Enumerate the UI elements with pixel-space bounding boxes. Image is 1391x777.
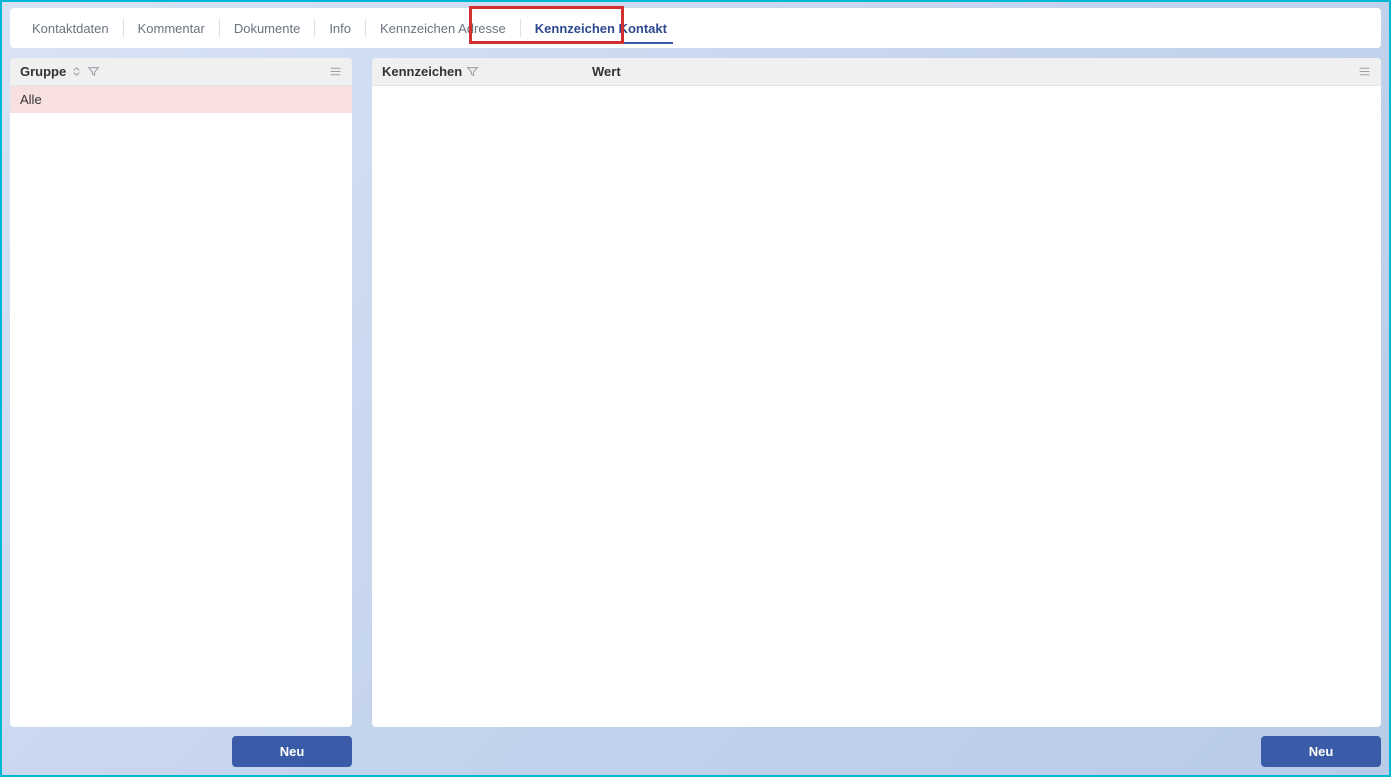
left-header-label: Gruppe xyxy=(20,64,66,79)
left-panel-header: Gruppe xyxy=(10,58,352,86)
tab-label: Kennzeichen Adresse xyxy=(380,21,506,36)
tab-label: Kontaktdaten xyxy=(32,21,109,36)
new-button-right[interactable]: Neu xyxy=(1261,736,1381,767)
tabs-bar: Kontaktdaten Kommentar Dokumente Info Ke… xyxy=(10,8,1381,48)
left-panel-body: Alle xyxy=(10,86,352,727)
group-row-label: Alle xyxy=(20,92,42,107)
tab-kennzeichen-kontakt[interactable]: Kennzeichen Kontakt xyxy=(521,11,681,46)
tab-label: Kommentar xyxy=(138,21,205,36)
tab-label: Info xyxy=(329,21,351,36)
tab-label: Kennzeichen Kontakt xyxy=(535,21,667,36)
content-area: Gruppe Alle Kennzeichen xyxy=(2,48,1389,727)
tab-kommentar[interactable]: Kommentar xyxy=(124,11,219,46)
menu-icon[interactable] xyxy=(329,65,342,78)
tab-kontaktdaten[interactable]: Kontaktdaten xyxy=(18,11,123,46)
left-panel: Gruppe Alle xyxy=(10,58,352,727)
menu-icon[interactable] xyxy=(1358,65,1371,78)
tab-dokumente[interactable]: Dokumente xyxy=(220,11,314,46)
bottom-bar: Neu Neu xyxy=(2,727,1389,775)
right-panel-body xyxy=(372,86,1381,727)
tab-info[interactable]: Info xyxy=(315,11,365,46)
group-row-alle[interactable]: Alle xyxy=(10,86,352,113)
filter-icon[interactable] xyxy=(466,65,479,78)
right-panel: Kennzeichen Wert xyxy=(372,58,1381,727)
col-kennzeichen-label: Kennzeichen xyxy=(382,64,462,79)
tab-label: Dokumente xyxy=(234,21,300,36)
right-panel-header: Kennzeichen Wert xyxy=(372,58,1381,86)
filter-icon[interactable] xyxy=(87,65,100,78)
sort-icon[interactable] xyxy=(70,65,83,78)
new-button-left[interactable]: Neu xyxy=(232,736,352,767)
col-wert-label: Wert xyxy=(592,64,621,79)
tab-kennzeichen-adresse[interactable]: Kennzeichen Adresse xyxy=(366,11,520,46)
